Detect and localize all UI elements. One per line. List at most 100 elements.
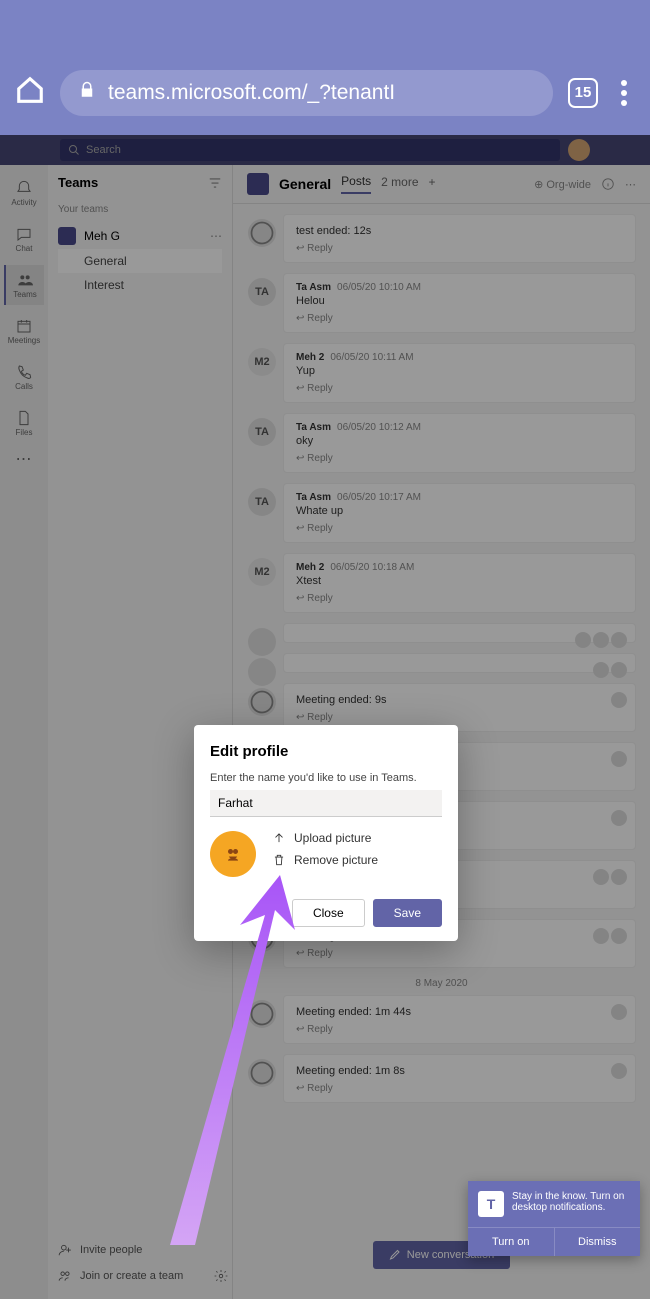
message-text: Meeting ended: 9s (296, 694, 623, 706)
picture-row: Upload picture Remove picture (210, 831, 442, 877)
add-tab-icon[interactable]: + (429, 175, 436, 193)
message-avatar: M2 (248, 348, 276, 376)
channel-general[interactable]: General (58, 249, 222, 273)
remove-picture-button[interactable]: Remove picture (272, 853, 378, 867)
message-text: Yup (296, 365, 623, 377)
message-meta: Ta Asm06/05/20 10:12 AM (296, 422, 623, 433)
message-card[interactable]: TATa Asm06/05/20 10:17 AMWhate up↩ Reply (283, 483, 636, 543)
reply-button[interactable]: ↩ Reply (296, 712, 623, 723)
team-row[interactable]: Meh G ⋯ (58, 223, 222, 249)
tab-count[interactable]: 15 (568, 78, 598, 108)
browser-menu-icon[interactable] (613, 80, 635, 106)
join-create-team[interactable]: Join or create a team (58, 1263, 228, 1289)
reactions[interactable] (611, 1004, 627, 1020)
reply-button[interactable]: ↩ Reply (296, 243, 623, 254)
message-avatar (248, 219, 276, 247)
message-avatar (248, 1000, 276, 1028)
rail-teams[interactable]: Teams (4, 265, 44, 305)
url-text: teams.microsoft.com/_?tenantI (108, 81, 395, 105)
invite-people[interactable]: Invite people (58, 1237, 228, 1263)
reply-button[interactable]: ↩ Reply (296, 523, 623, 534)
rail-meetings[interactable]: Meetings (4, 311, 44, 351)
modal-title: Edit profile (210, 743, 442, 760)
message-card[interactable]: M2Meh 206/05/20 10:18 AMXtest↩ Reply (283, 553, 636, 613)
reactions[interactable] (593, 662, 627, 678)
message-text: Meeting ended: 1m 8s (296, 1065, 623, 1077)
message-avatar (248, 1059, 276, 1087)
message-avatar (248, 628, 276, 656)
left-rail: Activity Chat Teams Meetings Calls Files… (0, 165, 48, 1299)
channel-more-icon[interactable]: ⋯ (625, 178, 636, 191)
message-card[interactable]: TATa Asm06/05/20 10:10 AMHelou↩ Reply (283, 273, 636, 333)
reply-button[interactable]: ↩ Reply (296, 948, 623, 959)
message-card[interactable]: Meeting ended: 1m 8s ↩ Reply (283, 1054, 636, 1103)
profile-avatar[interactable] (568, 139, 590, 161)
team-more-icon[interactable]: ⋯ (210, 229, 222, 243)
search-bar: Search (0, 135, 650, 165)
message-meta: Ta Asm06/05/20 10:10 AM (296, 282, 623, 293)
reply-button[interactable]: ↩ Reply (296, 1024, 623, 1035)
dismiss-button[interactable]: Dismiss (555, 1228, 641, 1256)
sidebar-title: Teams (58, 175, 98, 190)
modal-subtitle: Enter the name you'd like to use in Team… (210, 772, 442, 784)
save-button[interactable]: Save (373, 899, 442, 927)
reactions[interactable] (593, 928, 627, 944)
reactions[interactable] (611, 1063, 627, 1079)
reactions[interactable] (575, 632, 627, 648)
filter-icon[interactable] (208, 176, 222, 190)
message-text: test ended: 12s (296, 225, 623, 237)
reply-button[interactable]: ↩ Reply (296, 1083, 623, 1094)
message-card[interactable] (283, 623, 636, 643)
teams-logo-icon: T (478, 1191, 504, 1217)
browser-chrome: teams.microsoft.com/_?tenantI 15 (0, 0, 650, 135)
reply-button[interactable]: ↩ Reply (296, 383, 623, 394)
reactions[interactable] (593, 869, 627, 885)
reactions[interactable] (611, 692, 627, 708)
message-text: Meeting ended: 1m 44s (296, 1006, 623, 1018)
message-card[interactable]: Meeting ended: 1m 44s ↩ Reply (283, 995, 636, 1044)
message-text: Whate up (296, 505, 623, 517)
channel-title: General (279, 176, 331, 192)
tab-posts[interactable]: Posts (341, 174, 371, 194)
url-bar[interactable]: teams.microsoft.com/_?tenantI (60, 70, 553, 116)
notification-text: Stay in the know. Turn on desktop notifi… (512, 1191, 630, 1217)
message-card[interactable]: M2Meh 206/05/20 10:11 AMYup↩ Reply (283, 343, 636, 403)
messages-list: test ended: 12s ↩ Reply TA Ta Asm06/05/20 1… (233, 204, 650, 1223)
rail-chat[interactable]: Chat (4, 219, 44, 259)
gear-icon[interactable] (214, 1269, 228, 1283)
rail-more-icon[interactable]: ⋯ (16, 449, 33, 469)
close-button[interactable]: Close (292, 899, 365, 927)
reactions[interactable] (611, 810, 627, 826)
reply-button[interactable]: ↩ Reply (296, 593, 623, 604)
rail-calls[interactable]: Calls (4, 357, 44, 397)
picture-actions: Upload picture Remove picture (272, 831, 378, 867)
message-avatar: TA (248, 488, 276, 516)
date-separator: 8 May 2020 (247, 978, 636, 989)
tab-more[interactable]: 2 more (381, 175, 418, 193)
reactions[interactable] (611, 751, 627, 767)
message-text: Xtest (296, 575, 623, 587)
search-input[interactable]: Search (60, 139, 560, 161)
message-text: Helou (296, 295, 623, 307)
name-input[interactable] (210, 790, 442, 817)
message-card[interactable] (283, 653, 636, 673)
message-avatar (248, 658, 276, 686)
org-wide-label[interactable]: ⊕ Org-wide (534, 178, 591, 191)
channel-interest[interactable]: Interest (58, 273, 222, 297)
message-text: oky (296, 435, 623, 447)
rail-activity[interactable]: Activity (4, 173, 44, 213)
message-meta: Ta Asm06/05/20 10:17 AM (296, 492, 623, 503)
home-icon[interactable] (15, 75, 45, 110)
turn-on-button[interactable]: Turn on (468, 1228, 555, 1256)
lock-icon (78, 81, 96, 104)
team-name: Meh G (84, 229, 120, 243)
reply-button[interactable]: ↩ Reply (296, 313, 623, 324)
upload-picture-button[interactable]: Upload picture (272, 831, 378, 845)
search-placeholder: Search (86, 144, 121, 156)
profile-picture (210, 831, 256, 877)
info-icon[interactable] (601, 177, 615, 191)
message-card[interactable]: TATa Asm06/05/20 10:12 AMoky↩ Reply (283, 413, 636, 473)
rail-files[interactable]: Files (4, 403, 44, 443)
reply-button[interactable]: ↩ Reply (296, 453, 623, 464)
message-card[interactable]: test ended: 12s ↩ Reply (283, 214, 636, 263)
